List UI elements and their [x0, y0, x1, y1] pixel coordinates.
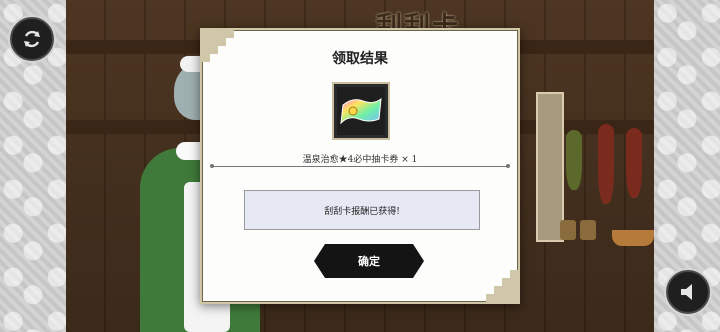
confirm-button[interactable]: 确定	[314, 244, 424, 278]
reward-result-dialog: 领取结果 温泉治愈★4必中抽卡券 × 1 刮刮卡报酬已获得! 确定	[200, 28, 520, 304]
reward-message: 刮刮卡报酬已获得!	[324, 206, 400, 217]
corner-ornament	[486, 270, 518, 302]
ticket-icon	[340, 97, 382, 125]
speaker-icon	[681, 284, 692, 300]
divider-line	[210, 164, 510, 168]
reward-item-slot	[332, 82, 390, 140]
reward-message-box: 刮刮卡报酬已获得!	[244, 190, 480, 230]
bread-basket	[612, 230, 654, 246]
hanging-ham	[598, 124, 614, 204]
sound-button[interactable]	[666, 270, 710, 314]
refresh-icon	[24, 30, 40, 48]
jar	[560, 220, 576, 240]
jar	[580, 220, 596, 240]
refresh-button[interactable]	[10, 17, 54, 61]
kitchen-shelf	[546, 110, 654, 260]
dialog-title: 领取结果	[332, 51, 388, 67]
hanging-herbs	[566, 130, 582, 190]
reward-item-name: 温泉治愈★4必中抽卡券 × 1	[302, 155, 418, 165]
hanging-ham	[626, 128, 642, 198]
